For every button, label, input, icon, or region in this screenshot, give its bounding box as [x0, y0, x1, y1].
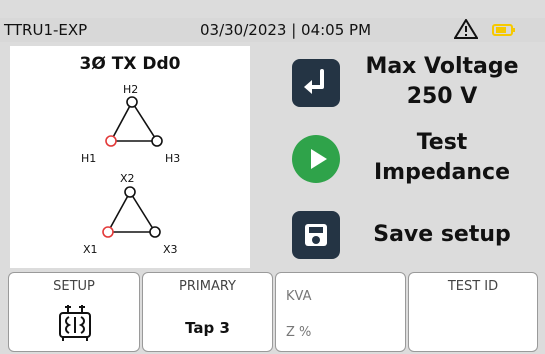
label-x2: X2	[120, 172, 135, 185]
status-bar: TTRU1-EXP 03/30/2023 | 04:05 PM	[0, 18, 545, 42]
terminal-x2	[124, 186, 136, 198]
date-time: 03/30/2023 | 04:05 PM	[200, 21, 372, 39]
tab-primary[interactable]: PRIMARY Tap 3	[142, 272, 273, 352]
tab-test-id[interactable]: TEST ID	[408, 272, 538, 352]
tab-setup[interactable]: SETUP	[8, 272, 140, 352]
test-impedance-button[interactable]: Test Impedance	[262, 128, 532, 188]
label-x1: X1	[83, 243, 98, 256]
terminal-h1	[105, 135, 117, 147]
transformer-diagram-panel[interactable]: 3Ø TX Dd0 H2 H1 H3 X2 X1 X3	[10, 46, 250, 268]
terminal-x1	[102, 226, 114, 238]
tab-rating[interactable]: KVA Z %	[275, 272, 406, 352]
secondary-delta: X2 X1 X3	[83, 172, 178, 256]
tab-setup-title: SETUP	[53, 279, 95, 294]
impedance-percent-label: Z %	[286, 325, 312, 340]
tab-test-id-title: TEST ID	[447, 279, 499, 294]
battery-icon	[492, 24, 515, 36]
screen: TTRU1-EXP 03/30/2023 | 04:05 PM 3Ø TX Dd…	[0, 0, 545, 354]
device-name: TTRU1-EXP	[4, 21, 88, 39]
enter-icon[interactable]	[292, 59, 340, 107]
tab-primary-title: PRIMARY	[179, 279, 236, 294]
save-setup-button[interactable]: Save setup	[262, 204, 532, 264]
label-x3: X3	[163, 243, 178, 256]
save-icon[interactable]	[292, 211, 340, 259]
primary-delta: H2 H1 H3	[81, 83, 180, 165]
label-h2: H2	[123, 83, 138, 96]
max-voltage-button[interactable]: Max Voltage 250 V	[262, 52, 532, 112]
play-icon[interactable]	[292, 135, 340, 183]
action-panel: Max Voltage 250 V Test Impedance Save se…	[262, 46, 532, 268]
save-setup-label: Save setup	[373, 222, 511, 247]
terminal-x3	[149, 226, 161, 238]
transformer-diagram: H2 H1 H3 X2 X1 X3	[81, 83, 180, 256]
label-h3: H3	[165, 152, 180, 165]
bottom-tabs: SETUP PRIMARY Tap 3 KVA Z % TEST ID	[8, 272, 538, 354]
terminal-h3	[151, 135, 163, 147]
primary-tap-value: Tap 3	[185, 319, 230, 337]
transformer-icon	[59, 305, 91, 341]
test-impedance-label: Test Impedance	[374, 130, 510, 185]
label-h1: H1	[81, 152, 96, 165]
terminal-h2	[126, 96, 138, 108]
kva-label: KVA	[286, 289, 312, 304]
warning-icon[interactable]	[454, 19, 478, 39]
max-voltage-label: Max Voltage 250 V	[365, 54, 519, 109]
